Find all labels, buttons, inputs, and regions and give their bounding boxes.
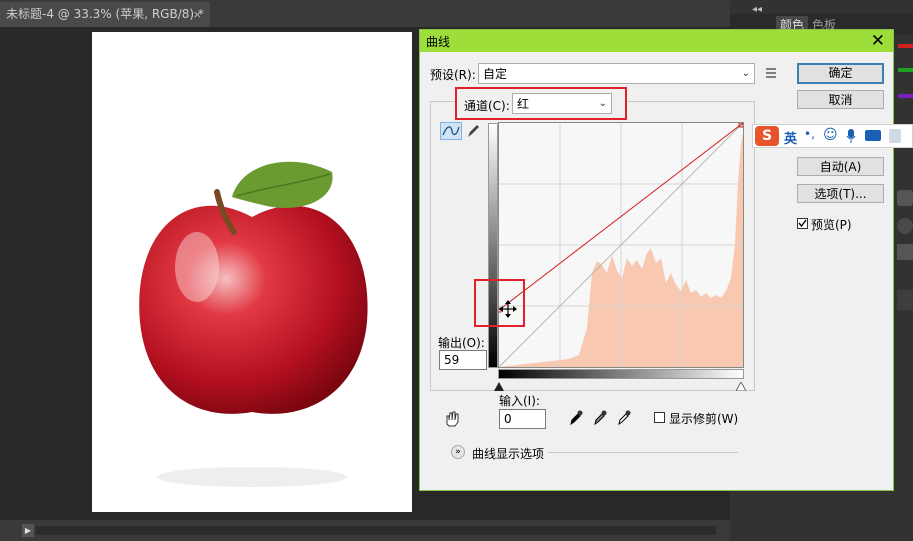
black-point-slider[interactable] bbox=[494, 380, 504, 391]
document-canvas[interactable] bbox=[92, 32, 412, 512]
preset-select[interactable]: 自定 ⌄ bbox=[478, 63, 755, 84]
cancel-button[interactable]: 取消 bbox=[797, 90, 884, 109]
show-clipping-checkbox[interactable] bbox=[654, 412, 665, 423]
ime-toolbar: S 英 •, ☺ bbox=[752, 124, 913, 148]
preset-value: 自定 bbox=[483, 67, 508, 81]
output-gradient-bar bbox=[488, 123, 498, 368]
green-channel-indicator bbox=[898, 68, 913, 72]
input-field[interactable]: 0 bbox=[499, 409, 546, 429]
panel-divider bbox=[897, 290, 913, 310]
output-label: 输出(O): bbox=[438, 336, 485, 350]
preview-label: 预览(P) bbox=[811, 218, 852, 232]
white-eyedropper-icon[interactable] bbox=[616, 408, 632, 426]
chevron-down-icon: ⌄ bbox=[741, 68, 750, 79]
scroll-left-arrow-icon[interactable]: ▶ bbox=[22, 524, 34, 537]
gray-eyedropper-icon[interactable] bbox=[592, 408, 608, 426]
channel-label: 通道(C): bbox=[464, 99, 510, 113]
show-clipping-label: 显示修剪(W) bbox=[669, 412, 739, 426]
input-gradient-bar bbox=[498, 369, 744, 379]
output-field[interactable]: 59 bbox=[439, 350, 487, 370]
channel-select[interactable]: 红 ⌄ bbox=[512, 93, 612, 114]
dialog-title: 曲线 bbox=[426, 35, 451, 49]
sogou-logo-icon[interactable]: S bbox=[755, 126, 779, 146]
curves-graph-svg bbox=[496, 122, 744, 368]
input-label: 输入(I): bbox=[499, 394, 540, 408]
emoji-icon[interactable]: ☺ bbox=[823, 127, 838, 143]
curves-graph[interactable] bbox=[496, 122, 744, 368]
move-cursor-icon bbox=[499, 300, 517, 318]
menu-icon[interactable] bbox=[766, 67, 780, 79]
toolbox-icon[interactable] bbox=[889, 129, 901, 143]
hand-target-icon[interactable] bbox=[443, 410, 463, 428]
panel-tool-icon[interactable] bbox=[897, 244, 913, 260]
options-button[interactable]: 选项(T)... bbox=[797, 184, 884, 203]
preview-checkbox[interactable] bbox=[797, 218, 808, 229]
close-icon[interactable]: ✕ bbox=[871, 30, 885, 52]
expand-icon[interactable]: » bbox=[451, 445, 465, 459]
curves-dialog: 曲线 ✕ 预设(R): 自定 ⌄ 通道(C): 红 ⌄ 输出(O): 59 输入… bbox=[419, 29, 894, 491]
document-tab-title: 未标题-4 @ 33.3% (苹果, RGB/8) * bbox=[6, 7, 204, 21]
channel-value: 红 bbox=[517, 97, 530, 111]
horizontal-scrollbar[interactable] bbox=[36, 526, 716, 535]
divider bbox=[548, 452, 738, 453]
pencil-icon[interactable] bbox=[465, 122, 481, 140]
dialog-titlebar[interactable]: 曲线 ✕ bbox=[420, 30, 893, 52]
panel-tool-icon[interactable] bbox=[897, 190, 913, 206]
red-channel-indicator bbox=[898, 44, 913, 48]
auto-button[interactable]: 自动(A) bbox=[797, 157, 884, 176]
document-tab-close-icon[interactable]: × bbox=[193, 2, 202, 27]
punct-icon[interactable]: •, bbox=[804, 127, 815, 141]
panel-tool-icon[interactable] bbox=[897, 218, 913, 234]
curve-options-label[interactable]: 曲线显示选项 bbox=[472, 445, 544, 462]
preset-label: 预设(R): bbox=[430, 68, 476, 82]
black-eyedropper-icon[interactable] bbox=[568, 408, 584, 426]
ok-button[interactable]: 确定 bbox=[797, 63, 884, 84]
blue-channel-indicator bbox=[898, 94, 913, 98]
chevron-down-icon: ⌄ bbox=[598, 98, 607, 109]
apple-image bbox=[139, 161, 368, 487]
document-tab[interactable]: 未标题-4 @ 33.3% (苹果, RGB/8) * × bbox=[0, 2, 210, 27]
mic-icon[interactable] bbox=[846, 128, 856, 144]
keyboard-icon[interactable] bbox=[865, 130, 881, 141]
white-point-slider[interactable] bbox=[735, 380, 747, 392]
ime-mode[interactable]: 英 bbox=[784, 128, 797, 147]
curve-tool-icon[interactable] bbox=[440, 122, 462, 140]
